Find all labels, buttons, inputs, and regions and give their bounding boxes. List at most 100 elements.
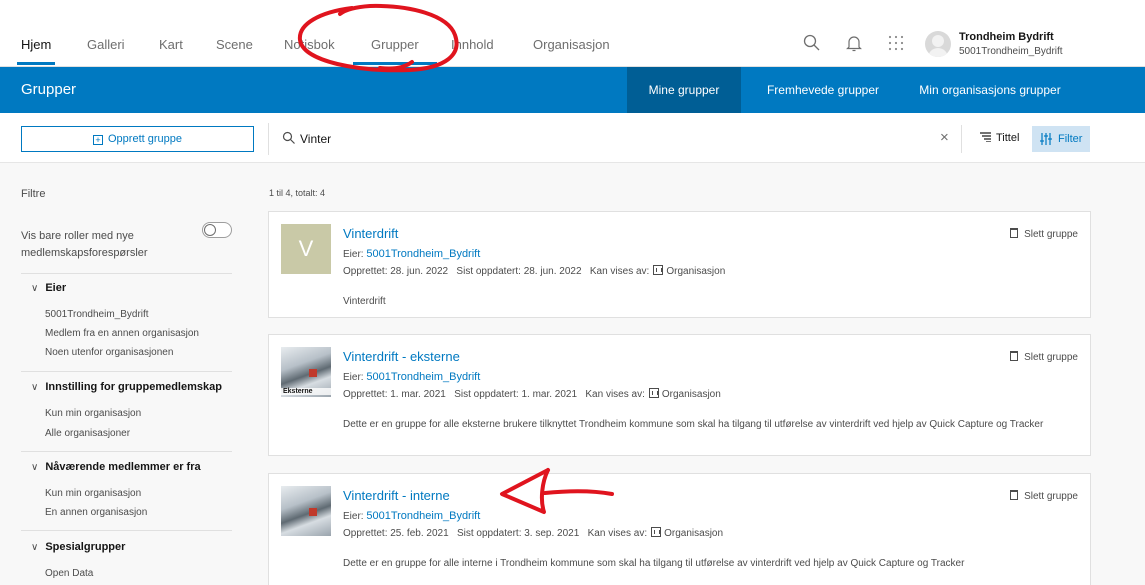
filter-button[interactable]: Filter bbox=[1032, 126, 1090, 152]
visibility-prefix: Kan vises av: bbox=[589, 266, 650, 277]
filter-section-title: Eier bbox=[45, 282, 67, 294]
divider bbox=[21, 451, 232, 452]
owner-link[interactable]: 5001Trondheim_Bydrift bbox=[366, 510, 480, 522]
owner-link[interactable]: 5001Trondheim_Bydrift bbox=[366, 371, 480, 383]
group-thumbnail[interactable]: V bbox=[281, 224, 331, 274]
nav-tab-notisbok[interactable]: Notisbok bbox=[284, 0, 335, 67]
top-navigation: Hjem Galleri Kart Scene Notisbok Grupper… bbox=[0, 0, 1145, 67]
updated-date: 28. jun. 2022 bbox=[523, 266, 582, 277]
tab-mine-grupper[interactable]: Mine grupper bbox=[627, 67, 741, 113]
divider bbox=[961, 125, 962, 153]
nav-tab-grupper[interactable]: Grupper bbox=[353, 0, 437, 67]
filter-option[interactable]: Noen utenfor organisasjonen bbox=[45, 347, 173, 358]
search-icon bbox=[282, 131, 295, 144]
group-description: Vinterdrift bbox=[343, 296, 386, 307]
group-title-link[interactable]: Vinterdrift bbox=[343, 226, 398, 241]
delete-group-button[interactable]: Slett gruppe bbox=[1010, 490, 1078, 502]
updated-prefix: Sist oppdatert: bbox=[454, 389, 519, 400]
delete-group-button[interactable]: Slett gruppe bbox=[1010, 228, 1078, 240]
delete-group-button[interactable]: Slett gruppe bbox=[1010, 351, 1078, 363]
user-avatar[interactable] bbox=[925, 31, 951, 57]
nav-tab-innhold[interactable]: Innhold bbox=[451, 0, 494, 67]
divider bbox=[268, 123, 269, 155]
filter-option[interactable]: 5001Trondheim_Bydrift bbox=[45, 309, 149, 320]
nav-tab-label: Galleri bbox=[87, 37, 125, 52]
search-input[interactable] bbox=[300, 126, 920, 152]
created-date: 25. feb. 2021 bbox=[390, 528, 449, 539]
filter-option[interactable]: Kun min organisasjon bbox=[45, 408, 141, 419]
thumbnail-label: Eksterne bbox=[281, 388, 331, 395]
nav-tab-organisasjon[interactable]: Organisasjon bbox=[533, 0, 610, 67]
group-title-link[interactable]: Vinterdrift - eksterne bbox=[343, 349, 460, 364]
filters-title: Filtre bbox=[21, 188, 46, 200]
group-metadata: Opprettet: 25. feb. 2021 Sist oppdatert:… bbox=[343, 527, 723, 539]
group-thumbnail[interactable]: Eksterne bbox=[281, 347, 331, 397]
filter-section-members-from[interactable]: ∨ Nåværende medlemmer er fra bbox=[31, 461, 201, 473]
nav-tab-label: Innhold bbox=[451, 37, 494, 52]
group-owner: Eier: 5001Trondheim_Bydrift bbox=[343, 371, 480, 383]
nav-tab-label: Kart bbox=[159, 37, 183, 52]
owner-link[interactable]: 5001Trondheim_Bydrift bbox=[366, 248, 480, 260]
filter-section-special-groups[interactable]: ∨ Spesialgrupper bbox=[31, 541, 125, 553]
nav-tab-galleri[interactable]: Galleri bbox=[87, 0, 125, 67]
organization-icon bbox=[653, 265, 664, 275]
filter-option[interactable]: Open Data bbox=[45, 568, 93, 579]
group-owner: Eier: 5001Trondheim_Bydrift bbox=[343, 248, 480, 260]
created-prefix: Opprettet: bbox=[343, 266, 388, 277]
filter-option[interactable]: En annen organisasjon bbox=[45, 507, 147, 518]
nav-tab-kart[interactable]: Kart bbox=[159, 0, 183, 67]
search-icon[interactable] bbox=[802, 33, 822, 53]
page-title: Grupper bbox=[21, 81, 77, 98]
delete-label: Slett gruppe bbox=[1024, 352, 1078, 363]
filter-section-eier[interactable]: ∨ Eier bbox=[31, 282, 66, 294]
filter-section-title: Innstilling for gruppemedlemskap bbox=[45, 381, 222, 393]
chevron-down-icon: ∨ bbox=[31, 462, 39, 473]
nav-tab-hjem[interactable]: Hjem bbox=[17, 0, 56, 67]
user-full-name[interactable]: Trondheim Bydrift bbox=[959, 31, 1054, 43]
sort-button[interactable]: Tittel bbox=[980, 132, 1019, 144]
clear-search-icon[interactable]: × bbox=[940, 130, 949, 145]
chevron-down-icon: ∨ bbox=[31, 382, 39, 393]
create-group-button[interactable]: + Opprett gruppe bbox=[21, 126, 254, 152]
updated-date: 1. mar. 2021 bbox=[521, 389, 578, 400]
group-thumbnail[interactable] bbox=[281, 486, 331, 536]
nav-tab-scene[interactable]: Scene bbox=[216, 0, 253, 67]
visibility-value: Organisasjon bbox=[661, 389, 721, 400]
thumbnail-detail bbox=[309, 369, 317, 377]
thumbnail-detail bbox=[309, 508, 317, 516]
nav-tab-label: Scene bbox=[216, 37, 253, 52]
bell-icon[interactable] bbox=[844, 33, 864, 53]
group-card: Vinterdrift - interne Eier: 5001Trondhei… bbox=[268, 473, 1091, 585]
chevron-down-icon: ∨ bbox=[31, 283, 39, 294]
new-requests-toggle[interactable] bbox=[202, 222, 232, 238]
nav-tab-label: Grupper bbox=[371, 37, 419, 52]
owner-prefix: Eier: bbox=[343, 511, 364, 522]
created-prefix: Opprettet: bbox=[343, 528, 388, 539]
group-card: Eksterne Vinterdrift - eksterne Eier: 50… bbox=[268, 334, 1091, 456]
nav-tab-label: Organisasjon bbox=[533, 37, 610, 52]
plus-icon: + bbox=[93, 135, 103, 145]
toggle-knob bbox=[204, 224, 216, 236]
tab-fremhevede-grupper[interactable]: Fremhevede grupper bbox=[752, 67, 894, 113]
filter-section-title: Spesialgrupper bbox=[45, 541, 126, 553]
visibility-value: Organisasjon bbox=[664, 528, 724, 539]
user-username: 5001Trondheim_Bydrift bbox=[959, 46, 1063, 57]
filter-option[interactable]: Alle organisasjoner bbox=[45, 428, 130, 439]
sort-icon bbox=[980, 132, 991, 143]
trash-icon bbox=[1010, 490, 1019, 500]
filter-section-membership[interactable]: ∨ Innstilling for gruppemedlemskap bbox=[31, 381, 222, 393]
tab-min-organisasjons-grupper[interactable]: Min organisasjons grupper bbox=[910, 67, 1070, 113]
divider bbox=[21, 273, 232, 274]
visibility-prefix: Kan vises av: bbox=[585, 389, 645, 400]
created-prefix: Opprettet: bbox=[343, 389, 388, 400]
delete-label: Slett gruppe bbox=[1024, 491, 1078, 502]
group-title-link[interactable]: Vinterdrift - interne bbox=[343, 488, 450, 503]
sort-label: Tittel bbox=[996, 132, 1020, 144]
apps-grid-icon[interactable] bbox=[886, 33, 906, 53]
active-tab-underline bbox=[17, 62, 56, 65]
owner-prefix: Eier: bbox=[343, 372, 364, 383]
group-card: V Vinterdrift Eier: 5001Trondheim_Bydrif… bbox=[268, 211, 1091, 318]
filter-option[interactable]: Medlem fra en annen organisasjon bbox=[45, 328, 199, 339]
trash-icon bbox=[1010, 351, 1019, 361]
filter-option[interactable]: Kun min organisasjon bbox=[45, 488, 141, 499]
